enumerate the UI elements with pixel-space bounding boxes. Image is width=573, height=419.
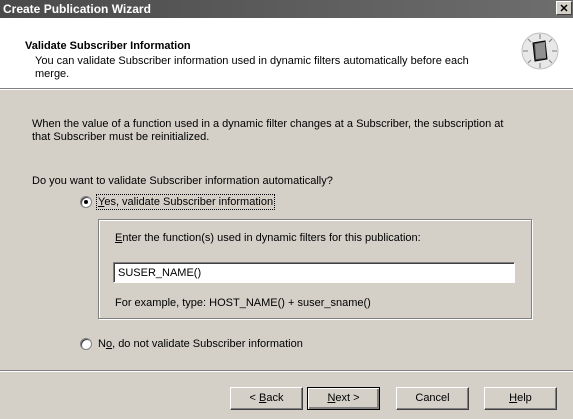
window-title: Create Publication Wizard: [3, 2, 151, 16]
publication-book-icon: [521, 32, 559, 70]
radio-no-row[interactable]: No, do not validate Subscriber informati…: [80, 338, 303, 350]
next-button[interactable]: Next >: [307, 387, 380, 410]
header-separator: [0, 89, 573, 90]
radio-yes-row[interactable]: Yes, validate Subscriber information: [80, 194, 276, 210]
validation-question: Do you want to validate Subscriber infor…: [32, 175, 333, 187]
back-button[interactable]: < Back: [230, 387, 303, 410]
close-button[interactable]: ✕: [556, 1, 572, 15]
dynamic-filter-group: Enter the function(s) used in dynamic fi…: [98, 219, 532, 319]
radio-no-label[interactable]: No, do not validate Subscriber informati…: [98, 338, 303, 350]
function-input[interactable]: [113, 262, 515, 283]
radio-yes[interactable]: [80, 196, 92, 208]
radio-yes-label[interactable]: Yes, validate Subscriber information: [95, 194, 276, 210]
function-label: Enter the function(s) used in dynamic fi…: [115, 232, 421, 244]
example-text: For example, type: HOST_NAME() + suser_s…: [115, 297, 371, 309]
radio-no[interactable]: [80, 338, 92, 350]
title-bar: Create Publication Wizard ✕: [0, 0, 573, 18]
help-button[interactable]: Help: [484, 387, 557, 410]
cancel-button[interactable]: Cancel: [396, 387, 469, 410]
page-title: Validate Subscriber Information: [25, 40, 191, 52]
info-paragraph: When the value of a function used in a d…: [32, 118, 504, 143]
page-description: You can validate Subscriber information …: [35, 55, 469, 80]
wizard-header: Validate Subscriber Information You can …: [0, 18, 573, 89]
